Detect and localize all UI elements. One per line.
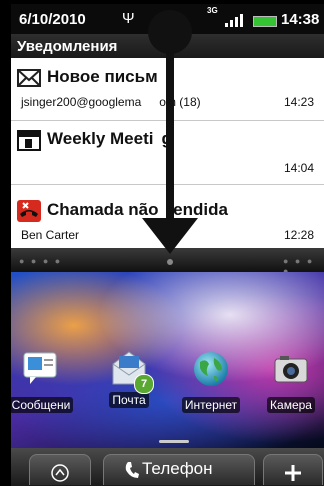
mail-icon — [17, 69, 41, 87]
notification-title: Новое письм — [47, 67, 158, 86]
notification-time: 14:04 — [283, 161, 314, 175]
camera-icon — [274, 356, 308, 383]
notifications-header: Уведомления — [11, 34, 324, 58]
phone-icon — [125, 462, 139, 478]
phone-label: Телефон — [142, 459, 213, 478]
all-apps-button[interactable] — [29, 454, 91, 485]
app-label: Камера — [267, 397, 315, 413]
app-camera[interactable]: Камера — [256, 350, 324, 414]
notifications-title: Уведомления — [17, 38, 118, 55]
app-mail[interactable]: 7 Почта — [94, 350, 164, 409]
status-time: 14:38 — [281, 11, 320, 28]
app-messages[interactable]: Сообщени — [6, 350, 76, 414]
notification-email[interactable]: Новое письм jsinger200@googlema om (18) 1… — [11, 58, 324, 121]
phone-screen: 6/10/2010 Ψ 3G 14:38 Уведомления Новое п… — [0, 0, 324, 486]
app-label: Сообщени — [8, 397, 74, 413]
notification-caller: Ben Carter — [21, 228, 80, 242]
battery-icon — [253, 16, 277, 27]
notification-drag-handle[interactable]: ● ● ● ● ● ● ● ● — [11, 248, 324, 276]
notification-list: Новое письм jsinger200@googlema om (18) 1… — [11, 58, 324, 248]
notification-time: 12:28 — [283, 228, 314, 242]
messages-icon — [23, 352, 57, 384]
app-label: Интернет — [181, 397, 241, 413]
mail-app-icon: 7 — [110, 350, 154, 394]
grip-icon: ● ● ● ● — [19, 256, 63, 266]
signal-icon — [225, 13, 243, 27]
page-indicator — [159, 440, 189, 443]
calendar-icon — [17, 130, 41, 151]
up-arrow-circle-icon — [51, 464, 69, 482]
notification-title: Weekly Meeti g — [47, 129, 172, 148]
notification-title: Chamada não tendida — [47, 200, 228, 219]
phone-button[interactable]: Телефон — [103, 454, 255, 485]
usb-icon: Ψ — [122, 10, 135, 27]
status-bar[interactable]: 6/10/2010 Ψ 3G 14:38 — [11, 4, 324, 34]
dock-bar: Телефон — [11, 448, 324, 486]
notification-sender: jsinger200@googlema om (18) — [21, 95, 201, 109]
plus-icon — [285, 465, 301, 481]
app-label: Почта — [109, 392, 149, 408]
add-button[interactable] — [263, 454, 323, 485]
network-type: 3G — [207, 6, 218, 15]
status-date: 6/10/2010 — [19, 11, 86, 28]
notification-missed-call[interactable]: Chamada não tendida Ben Carter 12:28 — [11, 184, 324, 248]
internet-globe-icon — [194, 352, 228, 386]
unread-badge: 7 — [134, 374, 154, 394]
missed-call-icon — [17, 200, 41, 222]
app-internet[interactable]: Интернет — [176, 350, 246, 414]
notification-calendar[interactable]: Weekly Meeti g 14:04 — [11, 120, 324, 185]
notification-time: 14:23 — [283, 95, 314, 109]
